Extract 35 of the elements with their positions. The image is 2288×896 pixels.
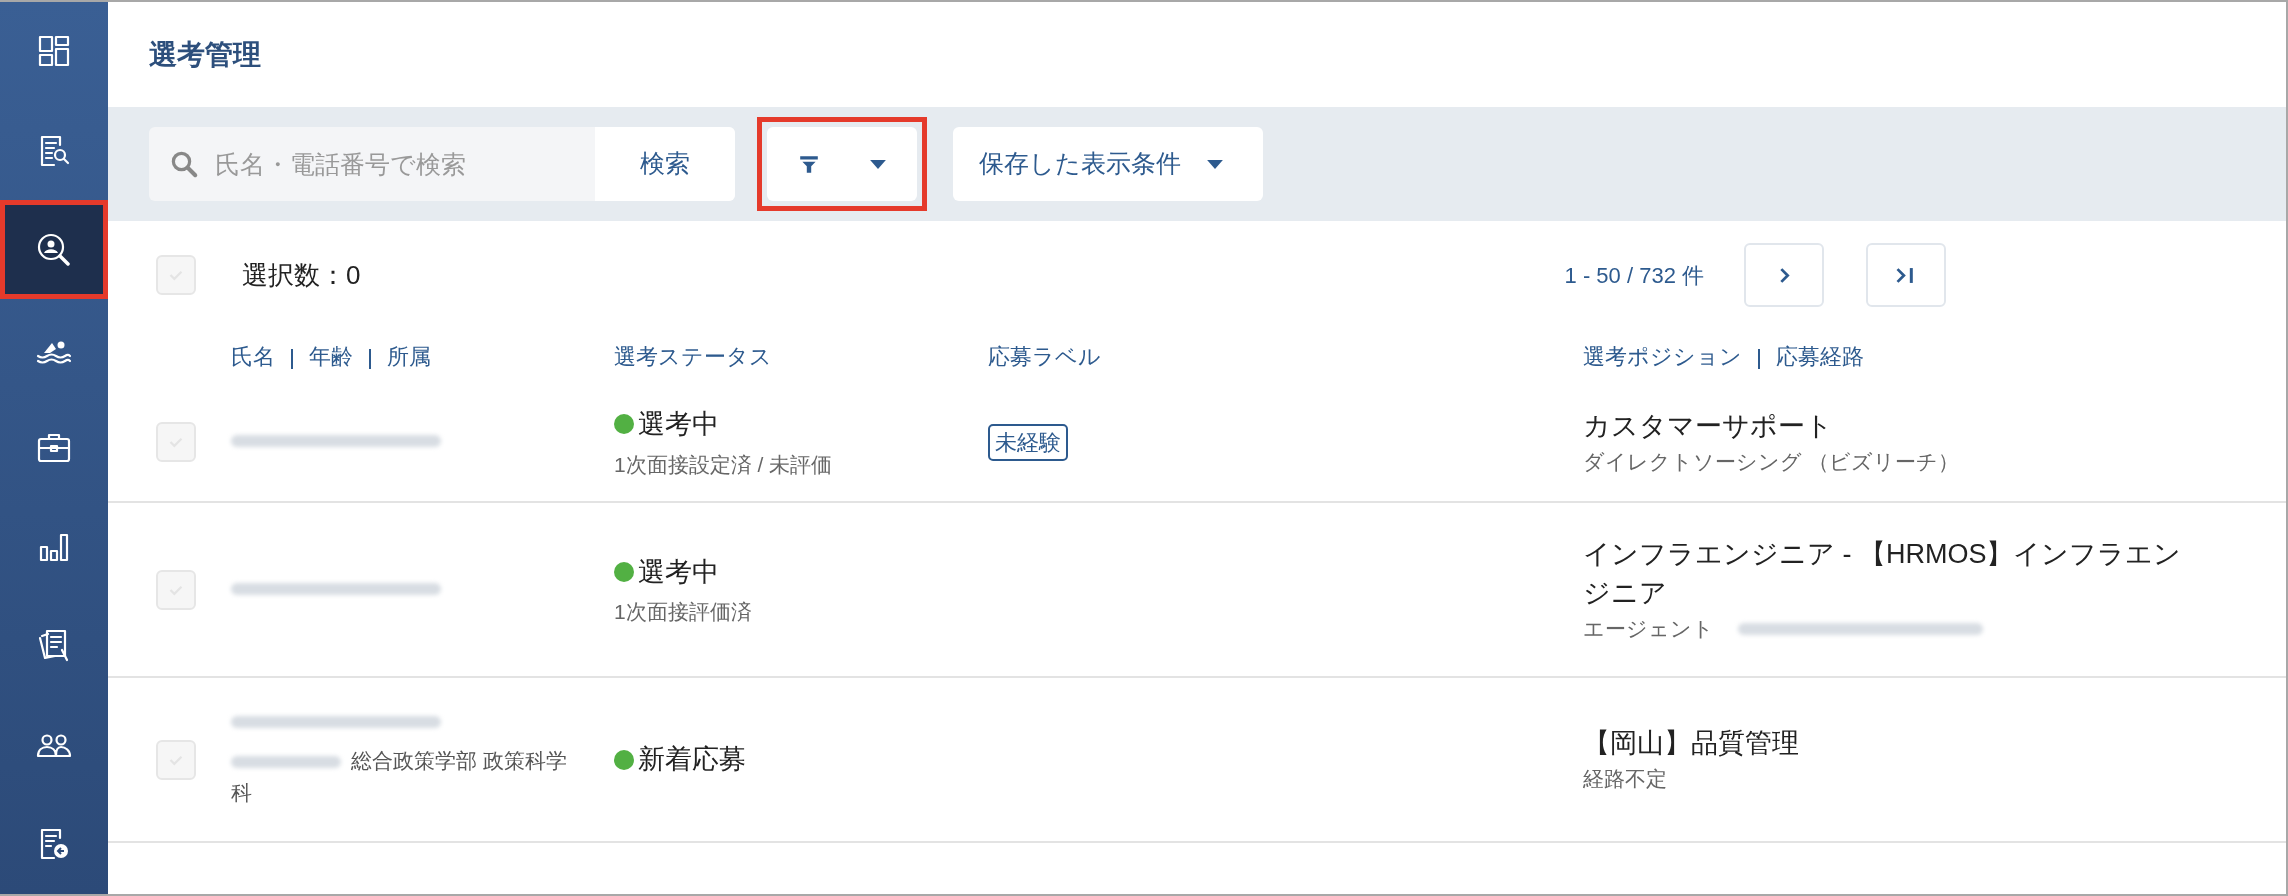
column-sort-link[interactable]: 選考ポジション	[1583, 343, 1742, 369]
affiliation-text: 総合政策学部 政策科学科	[231, 748, 568, 806]
column-sort-link[interactable]: 氏名	[231, 343, 275, 369]
checkbox[interactable]	[156, 569, 196, 610]
search-field[interactable]: 氏名・電話番号で検索 検索	[149, 127, 735, 201]
application-route: 経路不定	[1583, 766, 1667, 793]
checkbox[interactable]	[156, 739, 196, 780]
position-name: カスタマーサポート	[1583, 409, 1834, 443]
page-title: 選考管理	[148, 37, 262, 72]
sidebar-item[interactable]	[0, 200, 108, 300]
column-sort-link[interactable]: 応募ラベル	[988, 343, 1101, 369]
status-detail: 1次面接評価済	[614, 599, 753, 625]
status-text: 選考中	[638, 555, 719, 589]
caret-icon	[870, 159, 886, 169]
search-button[interactable]: 検索	[595, 127, 735, 201]
checkbox[interactable]	[156, 255, 196, 295]
status-text: 選考中	[638, 408, 719, 441]
column-sort-link[interactable]: 応募経路	[1776, 343, 1864, 369]
caret-icon	[1207, 159, 1223, 169]
column-sort-link[interactable]: 所属	[387, 343, 431, 369]
search-icon	[169, 149, 199, 179]
selection-count: 選択数：0	[242, 258, 361, 292]
filter-icon	[798, 153, 820, 175]
status-text: 新着応募	[638, 743, 746, 777]
column-sort-link[interactable]: 選考ステータス	[614, 343, 772, 369]
position-name: インフラエンジニア - 【HRMOS】インフラエンジニア	[1583, 537, 2183, 610]
column-sort-link[interactable]: 年齢	[309, 343, 353, 369]
label-tag: 未経験	[988, 423, 1068, 461]
application-route: エージェント	[1583, 615, 1714, 642]
position-name: 【岡山】品質管理	[1583, 727, 1800, 761]
application-route: ダイレクトソーシング （ビズリーチ）	[1583, 448, 1959, 475]
status-detail: 1次面接設定済 / 未評価	[614, 451, 834, 478]
saved-views-dropdown[interactable]: 保存した表示条件	[953, 127, 1263, 201]
pagination-range: 1 - 50 / 732 件	[1564, 261, 1704, 290]
checkbox[interactable]	[156, 422, 196, 462]
